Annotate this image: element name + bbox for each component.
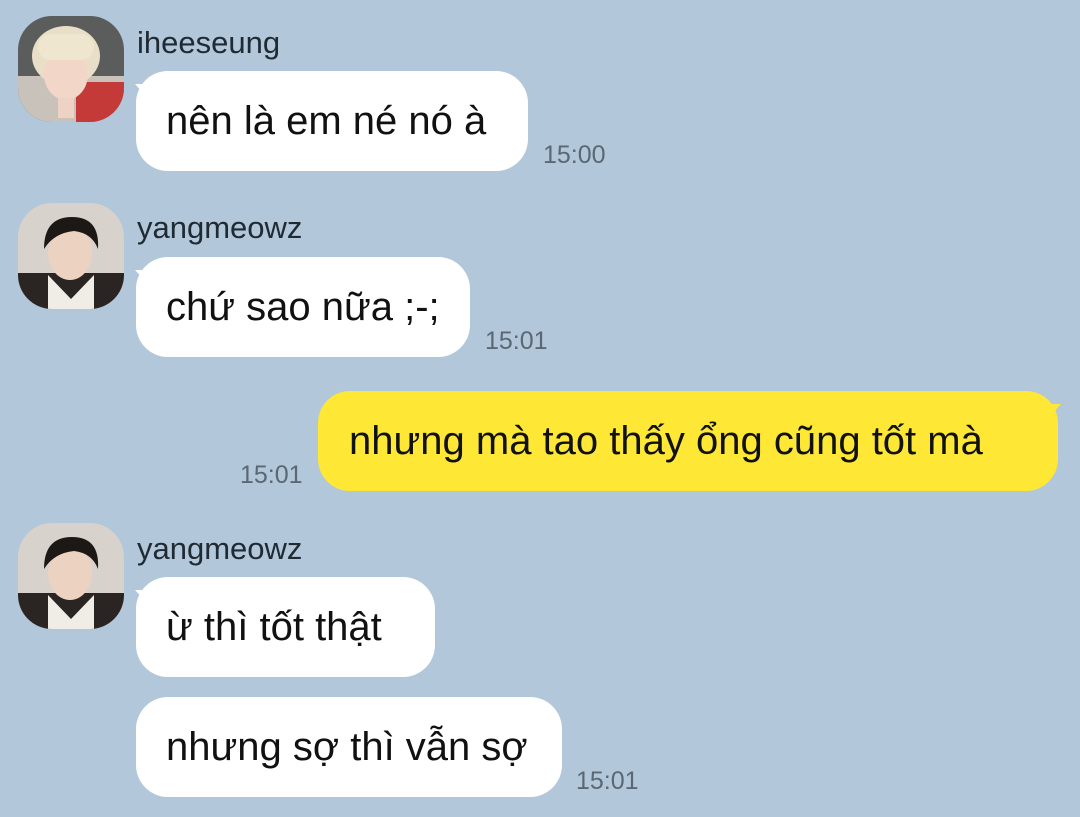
avatar-photo-darkhair-icon: [18, 203, 124, 309]
message-bubble[interactable]: ừ thì tốt thật: [136, 577, 435, 677]
message-bubble-outgoing[interactable]: nhưng mà tao thấy ổng cũng tốt mà: [318, 391, 1058, 491]
sender-name: yangmeowz: [137, 210, 303, 245]
message-timestamp: 15:00: [543, 141, 606, 169]
message-text: nên là em né nó à: [166, 99, 487, 143]
bubble-tail: [1041, 404, 1061, 426]
message-bubble[interactable]: nên là em né nó à: [136, 71, 528, 171]
message-timestamp: 15:01: [240, 461, 303, 489]
message-bubble[interactable]: nhưng sợ thì vẫn sợ: [136, 697, 562, 797]
message-text: nhưng mà tao thấy ổng cũng tốt mà: [349, 419, 983, 463]
sender-name: iheeseung: [137, 25, 281, 60]
message-timestamp: 15:01: [485, 327, 548, 355]
sender-avatar-yangmeowz[interactable]: [18, 523, 124, 629]
sender-name: yangmeowz: [137, 531, 303, 566]
avatar-photo-darkhair-icon: [18, 523, 124, 629]
avatar-photo-blond-icon: [18, 16, 124, 122]
sender-avatar-iheeseung[interactable]: [18, 16, 124, 122]
message-text: ừ thì tốt thật: [166, 605, 382, 649]
message-text: nhưng sợ thì vẫn sợ: [166, 725, 528, 769]
sender-avatar-yangmeowz[interactable]: [18, 203, 124, 309]
message-timestamp: 15:01: [576, 767, 639, 795]
message-bubble[interactable]: chứ sao nữa ;-;: [136, 257, 470, 357]
message-text: chứ sao nữa ;-;: [166, 285, 440, 329]
